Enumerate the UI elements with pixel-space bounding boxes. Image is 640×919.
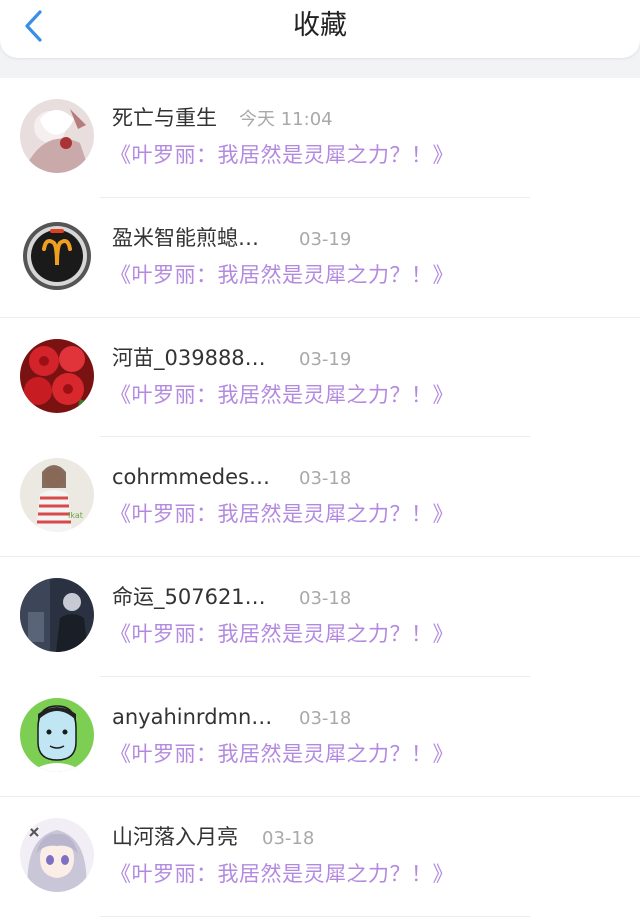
user-name: anyahinrdmn… xyxy=(112,704,273,729)
page-title: 收藏 xyxy=(293,10,347,41)
divider xyxy=(100,915,530,917)
timestamp: 03-19 xyxy=(299,348,352,370)
anime-girl-avatar xyxy=(20,99,94,173)
user-name: cohrmmedes… xyxy=(112,465,270,490)
list-item[interactable]: 死亡与重生 今天 11:04 《叶罗丽：我居然是灵犀之力？！》 xyxy=(0,78,640,198)
dark-photo-avatar xyxy=(20,578,94,653)
user-name: 死亡与重生 xyxy=(112,106,217,130)
anime-silver-hair-avatar xyxy=(20,817,94,892)
avatar[interactable] xyxy=(20,578,94,653)
red-roses-avatar xyxy=(20,338,94,413)
book-title: 《叶罗丽：我居然是灵犀之力？！》 xyxy=(110,143,454,167)
aries-badge-avatar xyxy=(20,218,94,293)
timestamp: 03-18 xyxy=(299,468,352,490)
avatar[interactable] xyxy=(20,218,94,293)
cartoon-face-avatar xyxy=(20,697,94,772)
avatar[interactable] xyxy=(20,99,94,173)
avatar[interactable]: Ikat xyxy=(20,458,94,533)
book-title: 《叶罗丽：我居然是灵犀之力？！》 xyxy=(110,262,454,287)
favorites-list: 死亡与重生 今天 11:04 《叶罗丽：我居然是灵犀之力？！》 盈米智能煎螅… … xyxy=(0,78,640,919)
top-nav-bar: 收藏 xyxy=(0,0,640,58)
list-item[interactable]: 命运_507621… 03-18 《叶罗丽：我居然是灵犀之力？！》 xyxy=(0,557,640,677)
user-name: 山河落入月亮 xyxy=(112,824,238,849)
user-name: 盈米智能煎螅… xyxy=(112,225,259,250)
timestamp: 03-18 xyxy=(262,827,315,849)
list-item[interactable]: 盈米智能煎螅… 03-19 《叶罗丽：我居然是灵犀之力？！》 xyxy=(0,198,640,318)
list-item[interactable]: anyahinrdmn… 03-18 《叶罗丽：我居然是灵犀之力？！》 xyxy=(0,677,640,797)
list-item[interactable]: 山河落入月亮 03-18 《叶罗丽：我居然是灵犀之力？！》 xyxy=(0,797,640,917)
timestamp: 03-18 xyxy=(299,707,352,729)
timestamp: 03-18 xyxy=(299,588,352,610)
book-title: 《叶罗丽：我居然是灵犀之力？！》 xyxy=(110,622,454,647)
avatar[interactable] xyxy=(20,697,94,772)
avatar[interactable] xyxy=(20,338,94,413)
list-item[interactable]: 河苗_039888… 03-19 《叶罗丽：我居然是灵犀之力？！》 xyxy=(0,318,640,438)
striped-girl-avatar: Ikat xyxy=(20,458,94,533)
svg-text:Ikat: Ikat xyxy=(68,511,83,520)
user-name: 命运_507621… xyxy=(112,585,266,610)
user-name: 河苗_039888… xyxy=(112,345,266,370)
book-title: 《叶罗丽：我居然是灵犀之力？！》 xyxy=(110,382,454,407)
book-title: 《叶罗丽：我居然是灵犀之力？！》 xyxy=(110,861,454,886)
list-item[interactable]: Ikat cohrmmedes… 03-18 《叶罗丽：我居然是灵犀之力？！》 xyxy=(0,437,640,558)
avatar[interactable] xyxy=(20,817,94,892)
book-title: 《叶罗丽：我居然是灵犀之力？！》 xyxy=(110,502,454,527)
timestamp: 今天 11:04 xyxy=(239,109,333,130)
timestamp: 03-19 xyxy=(299,228,352,250)
book-title: 《叶罗丽：我居然是灵犀之力？！》 xyxy=(110,741,454,766)
